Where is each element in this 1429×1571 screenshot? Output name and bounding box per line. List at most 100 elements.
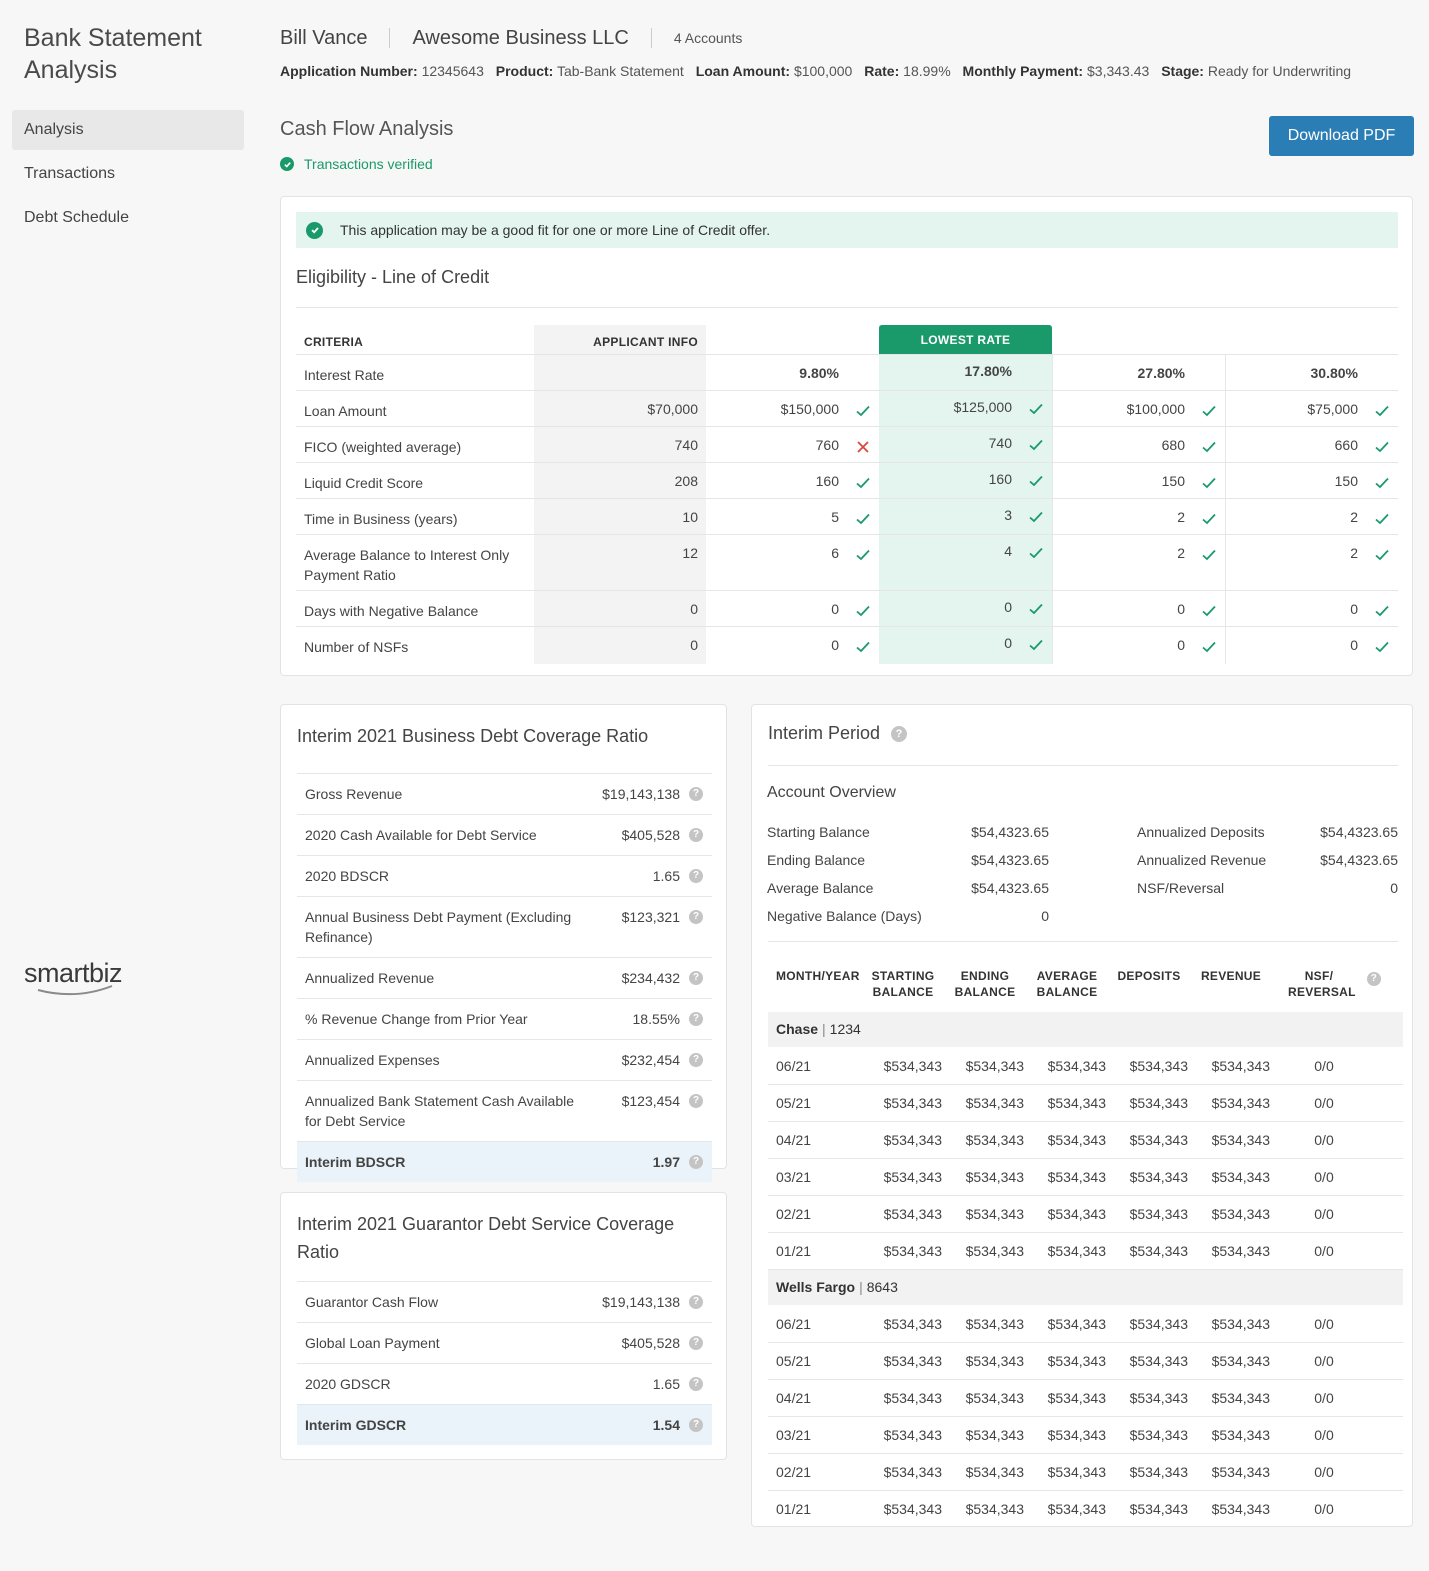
sidebar-item-debt-schedule[interactable]: Debt Schedule: [12, 198, 244, 238]
check-icon: [1028, 401, 1044, 417]
value-cell: $534,343: [1129, 1169, 1188, 1185]
help-icon[interactable]: ?: [689, 1336, 703, 1350]
overview-value: $54,4323.65: [971, 852, 1049, 868]
help-icon[interactable]: ?: [689, 787, 703, 801]
offer-value: 0: [831, 601, 839, 617]
offer-value: 150: [1334, 473, 1358, 489]
value-cell: $534,343: [1211, 1316, 1270, 1332]
value-cell: $534,343: [965, 1464, 1024, 1480]
column-header: REVENUE: [1200, 969, 1262, 983]
metric-total-label: Interim BDSCR: [305, 1154, 406, 1170]
metric-row: Annualized Expenses $232,454?: [297, 1040, 712, 1081]
value-cell: 0/0: [1314, 1390, 1334, 1406]
month-cell: 02/21: [776, 1464, 812, 1480]
help-icon[interactable]: ?: [891, 725, 908, 742]
overview-item: Average Balance $54,4323.65: [767, 878, 1049, 898]
offer-cell: $150,000: [706, 401, 879, 421]
value-cell: $534,343: [1047, 1390, 1106, 1406]
offer-cell: 0: [706, 637, 879, 657]
help-icon[interactable]: ?: [689, 910, 703, 924]
check-icon: [855, 511, 871, 527]
help-icon[interactable]: ?: [689, 828, 703, 842]
table-row: Number of NSFs 0 0 0 0 0: [296, 627, 1398, 663]
help-icon[interactable]: ?: [689, 1094, 703, 1108]
value-cell: $534,343: [1129, 1132, 1188, 1148]
value-cell: $534,343: [883, 1427, 942, 1443]
offer-rate: 30.80%: [1310, 365, 1358, 381]
help-icon[interactable]: ?: [689, 1012, 703, 1026]
offer-value: 740: [988, 435, 1012, 451]
metric-label: Annualized Revenue: [305, 970, 435, 986]
value-cell: $534,343: [1047, 1243, 1106, 1259]
value-cell: $534,343: [1211, 1058, 1270, 1074]
divider: |: [822, 1021, 826, 1037]
value-cell: $534,343: [883, 1095, 942, 1111]
check-icon: [1374, 439, 1390, 455]
overview-value: $54,4323.65: [971, 824, 1049, 840]
account-number: 8643: [866, 1279, 898, 1295]
value-cell: $534,343: [965, 1427, 1024, 1443]
help-icon[interactable]: ?: [689, 1053, 703, 1067]
offer-cell: 4: [879, 543, 1052, 565]
help-icon[interactable]: ?: [689, 971, 703, 985]
check-icon: [1201, 511, 1217, 527]
value-cell: $534,343: [1211, 1169, 1270, 1185]
help-icon[interactable]: ?: [689, 1155, 703, 1169]
offer-value: 0: [1177, 601, 1185, 617]
metric-value: $405,528: [621, 827, 680, 843]
table-row: 02/21 $534,343 $534,343 $534,343 $534,343 $53…: [768, 1454, 1403, 1491]
value-cell: $534,343: [883, 1132, 942, 1148]
value-cell: $534,343: [1211, 1206, 1270, 1222]
value-cell: $534,343: [965, 1132, 1024, 1148]
offer-cell: 150: [1052, 473, 1225, 493]
value-cell: $534,343: [1129, 1243, 1188, 1259]
value-cell: 0/0: [1314, 1132, 1334, 1148]
value-cell: 0/0: [1314, 1353, 1334, 1369]
metric-label: 2020 GDSCR: [305, 1376, 391, 1392]
metric-row: % Revenue Change from Prior Year 18.55%?: [297, 999, 712, 1040]
applicant-value: 0: [690, 637, 698, 653]
value-cell: $534,343: [965, 1353, 1024, 1369]
help-icon[interactable]: ?: [1367, 972, 1381, 986]
offer-value: $125,000: [953, 399, 1012, 415]
overview-label: Annualized Deposits: [1137, 824, 1265, 840]
sidebar-item-transactions[interactable]: Transactions: [12, 154, 244, 194]
check-icon: [855, 547, 871, 563]
check-icon: [1028, 545, 1044, 561]
offer-rate: 27.80%: [1137, 365, 1185, 381]
table-row: 01/21 $534,343 $534,343 $534,343 $534,343 $53…: [768, 1233, 1403, 1270]
eligibility-card: This application may be a good fit for o…: [280, 196, 1413, 676]
check-icon: [1028, 509, 1044, 525]
offer-value: $75,000: [1307, 401, 1358, 417]
overview-item: Annualized Revenue $54,4323.65: [1137, 850, 1398, 870]
table-row: 05/21 $534,343 $534,343 $534,343 $534,343 $53…: [768, 1085, 1403, 1122]
sidebar-item-analysis[interactable]: Analysis: [12, 110, 244, 150]
table-row: 06/21 $534,343 $534,343 $534,343 $534,343 $53…: [768, 1306, 1403, 1343]
month-cell: 03/21: [776, 1169, 812, 1185]
value-cell: 0/0: [1314, 1427, 1334, 1443]
help-icon[interactable]: ?: [689, 869, 703, 883]
offer-rate: 9.80%: [799, 365, 839, 381]
help-icon[interactable]: ?: [689, 1295, 703, 1309]
offer-value: 6: [831, 545, 839, 561]
overview-label: Average Balance: [767, 880, 874, 896]
help-icon[interactable]: ?: [689, 1377, 703, 1391]
meta-monthly-payment: Monthly Payment: $3,343.43: [962, 63, 1150, 79]
download-pdf-button[interactable]: Download PDF: [1269, 116, 1414, 156]
metric-row: 2020 BDSCR 1.65?: [297, 856, 712, 897]
column-header: MONTH/YEAR: [776, 969, 860, 983]
overview-item: Annualized Deposits $54,4323.65: [1137, 822, 1398, 842]
metric-value: $123,321: [621, 909, 680, 925]
check-icon: [1201, 603, 1217, 619]
overview-label: Starting Balance: [767, 824, 870, 840]
help-icon[interactable]: ?: [689, 1418, 703, 1432]
overview-item: Negative Balance (Days) 0: [767, 906, 1049, 926]
value-cell: $534,343: [1047, 1132, 1106, 1148]
check-icon: [1028, 601, 1044, 617]
offer-value: 760: [815, 437, 839, 453]
value-cell: $534,343: [1211, 1095, 1270, 1111]
bdscr-list: Gross Revenue $19,143,138? 2020 Cash Avail…: [297, 773, 712, 1182]
criteria-label: Time in Business (years): [304, 511, 458, 527]
metric-label: % Revenue Change from Prior Year: [305, 1011, 528, 1027]
offer-cell: 0: [879, 635, 1052, 657]
